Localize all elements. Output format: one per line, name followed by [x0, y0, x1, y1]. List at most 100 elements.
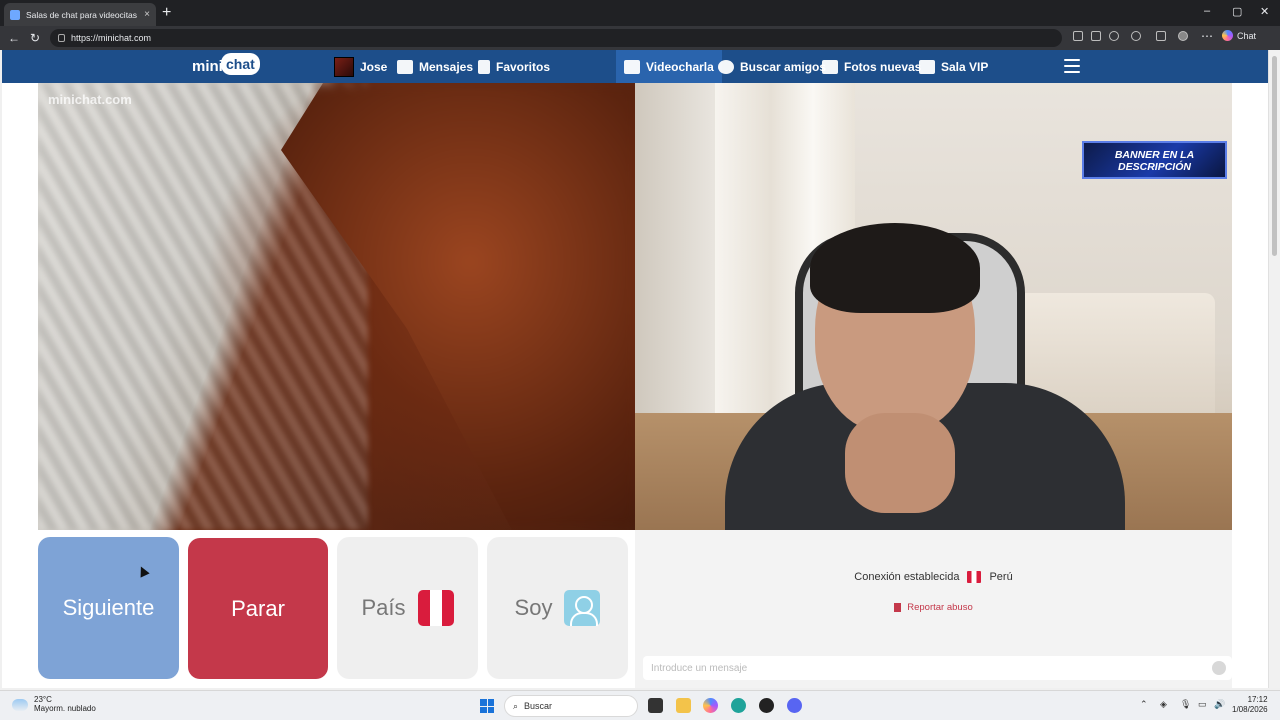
- start-button[interactable]: [480, 699, 494, 713]
- extensions-icon[interactable]: [1131, 31, 1141, 41]
- browser-tab[interactable]: Salas de chat para videocitas ×: [4, 3, 156, 26]
- clock-time: 17:12: [1247, 695, 1268, 704]
- country-selector[interactable]: País: [337, 537, 478, 679]
- nav-new-photos[interactable]: Fotos nuevas: [822, 50, 921, 83]
- tab-title: Salas de chat para videocitas: [26, 9, 138, 20]
- address-bar: ← ↻ https://minichat.com: [0, 26, 1280, 50]
- more-icon[interactable]: ⋯: [1201, 29, 1213, 43]
- search-icon: ⌕: [513, 700, 519, 711]
- reload-icon[interactable]: ↻: [30, 31, 40, 45]
- flag-icon: [894, 603, 902, 612]
- bookmark-icon: [478, 59, 490, 74]
- country-selector-label: País: [361, 595, 406, 620]
- taskbar: 23°C Mayorm. nublado ⌕ Buscar ⌃ ◈ 🎙 ▭ 🔊 …: [0, 690, 1280, 720]
- male-user-icon: [564, 590, 601, 626]
- tab-close-icon[interactable]: ×: [144, 9, 150, 20]
- favorites-icon[interactable]: [1156, 31, 1166, 41]
- scrollbar-thumb[interactable]: [1272, 56, 1277, 256]
- partner-country: Perú: [989, 571, 1013, 583]
- person-hand: [845, 413, 955, 513]
- nav-user[interactable]: Jose: [334, 50, 387, 83]
- search-icon: [718, 59, 734, 74]
- weather-widget[interactable]: 23°C Mayorm. nublado: [12, 695, 96, 713]
- tray-app-icon[interactable]: ◈: [1160, 699, 1167, 710]
- maximize-button[interactable]: ▢: [1232, 5, 1242, 18]
- gender-selector[interactable]: Soy: [487, 537, 628, 679]
- logo-mini[interactable]: mini: [192, 58, 223, 75]
- copilot-app-icon[interactable]: [703, 698, 718, 713]
- page-scrollbar[interactable]: [1268, 50, 1280, 688]
- nav-messages-label: Mensajes: [419, 59, 474, 74]
- discord-icon[interactable]: [787, 698, 802, 713]
- video-watermark: minichat.com: [48, 92, 132, 107]
- chat-button-label: Chat: [1237, 30, 1257, 41]
- site-nav: mini chat Jose Mensajes Favoritos Videoc…: [2, 50, 1268, 83]
- volume-icon[interactable]: 🔊: [1214, 699, 1225, 710]
- url-text: https://minichat.com: [71, 33, 152, 43]
- nav-favorites[interactable]: Favoritos: [478, 50, 550, 83]
- partner-video: [38, 83, 635, 530]
- nav-videochat[interactable]: Videocharla: [616, 50, 722, 83]
- report-abuse-label: Reportar abuso: [907, 602, 973, 613]
- tab-favicon-icon: [10, 9, 20, 20]
- taskbar-search[interactable]: ⌕ Buscar: [504, 695, 638, 717]
- message-input[interactable]: Introduce un mensaje: [643, 656, 1232, 680]
- logo-chat[interactable]: chat: [221, 53, 260, 75]
- stop-button-label: Parar: [231, 595, 285, 621]
- connection-status: Conexión establecida Perú: [635, 571, 1232, 583]
- video-icon: [624, 59, 640, 74]
- nav-videochat-label: Videocharla: [646, 59, 714, 74]
- nav-vip-room[interactable]: Sala VIP: [919, 50, 988, 83]
- report-abuse-link[interactable]: Reportar abuso: [635, 602, 1232, 613]
- network-icon[interactable]: ▭: [1198, 699, 1207, 710]
- nav-user-label: Jose: [360, 59, 388, 74]
- connection-status-text: Conexión establecida: [854, 571, 960, 583]
- nav-new-photos-label: Fotos nuevas: [844, 59, 922, 74]
- crown-icon: [919, 59, 935, 74]
- photos-grid-icon: [822, 59, 838, 74]
- peru-flag-icon: [967, 571, 982, 583]
- close-window-button[interactable]: ✕: [1260, 5, 1269, 18]
- minimize-button[interactable]: –: [1204, 5, 1210, 17]
- obs-icon[interactable]: [759, 698, 774, 713]
- star-icon[interactable]: [1109, 31, 1119, 41]
- next-button[interactable]: Siguiente: [38, 537, 179, 679]
- cloud-icon: [12, 699, 28, 711]
- envelope-icon: [397, 59, 413, 74]
- url-input[interactable]: https://minichat.com: [50, 29, 1062, 47]
- profile-icon[interactable]: [1178, 31, 1188, 41]
- next-button-label: Siguiente: [62, 595, 155, 620]
- menu-icon[interactable]: [1064, 59, 1080, 73]
- weather-text: Mayorm. nublado: [34, 704, 96, 713]
- person-hair: [810, 223, 980, 313]
- temperature: 23°C: [34, 695, 52, 704]
- site-info-icon[interactable]: [58, 34, 65, 42]
- nav-find-friends[interactable]: Buscar amigos: [718, 50, 826, 83]
- back-icon[interactable]: ←: [8, 31, 20, 45]
- nav-find-friends-label: Buscar amigos: [740, 59, 827, 74]
- chat-panel: Conexión establecida Perú Reportar abuso…: [635, 530, 1232, 688]
- copilot-chat-button[interactable]: Chat: [1222, 30, 1256, 41]
- peru-flag-icon: [417, 590, 454, 626]
- clock-date: 1/08/2026: [1232, 705, 1268, 714]
- description-banner: BANNER EN LA DESCRIPCIÓN: [1082, 141, 1227, 179]
- message-placeholder: Introduce un mensaje: [651, 662, 748, 674]
- edge-icon[interactable]: [731, 698, 746, 713]
- file-explorer-icon[interactable]: [676, 698, 691, 713]
- stop-button[interactable]: Parar: [188, 538, 328, 679]
- copilot-icon: [1222, 30, 1233, 41]
- microphone-icon[interactable]: 🎙: [1180, 699, 1191, 710]
- nav-favorites-label: Favoritos: [496, 59, 551, 74]
- avatar: [334, 56, 354, 77]
- task-view-icon[interactable]: [648, 698, 663, 713]
- system-clock[interactable]: 17:12 1/08/2026: [1232, 695, 1268, 715]
- reader-icon[interactable]: [1091, 31, 1101, 41]
- tray-chevron-icon[interactable]: ⌃: [1140, 699, 1148, 710]
- taskbar-search-label: Buscar: [524, 701, 553, 711]
- camera-icon[interactable]: [1073, 31, 1083, 41]
- nav-messages[interactable]: Mensajes: [397, 50, 473, 83]
- nav-vip-room-label: Sala VIP: [941, 59, 989, 74]
- new-tab-button[interactable]: +: [162, 5, 171, 21]
- gender-selector-label: Soy: [514, 595, 553, 620]
- emoji-icon[interactable]: [1212, 661, 1226, 675]
